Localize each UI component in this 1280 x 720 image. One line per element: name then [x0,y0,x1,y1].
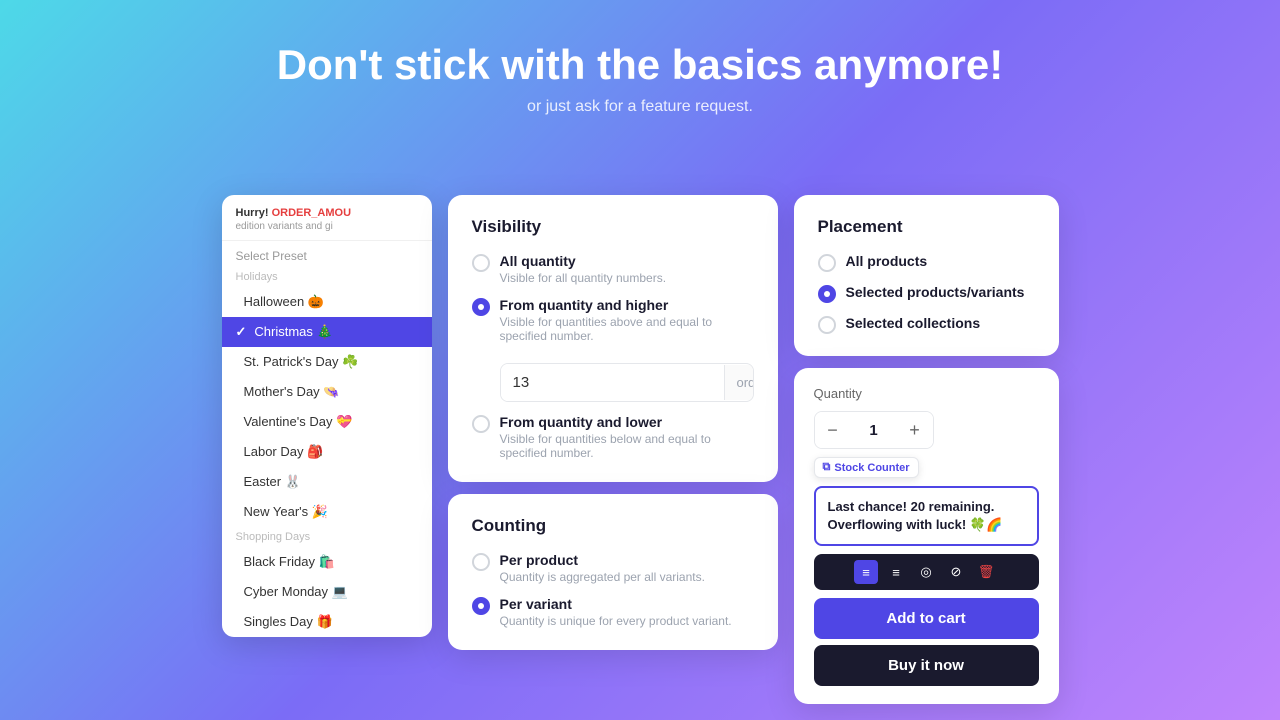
editor-toolbar: ≡ ≡ ◎ ⊘ 🗑 [814,554,1039,590]
radio-from-lower[interactable] [472,415,490,433]
stock-counter-icon: ⧉ [823,461,831,474]
quantity-label: Quantity [814,386,1039,401]
radio-higher-label: From quantity and higher [500,297,754,313]
radio-lower-label: From quantity and lower [500,414,754,430]
counting-option-per-product[interactable]: Per product Quantity is aggregated per a… [472,552,754,584]
visibility-title: Visibility [472,217,754,237]
radio-higher-desc: Visible for quantities above and equal t… [500,315,754,343]
visibility-option-higher[interactable]: From quantity and higher Visible for qua… [472,297,754,343]
counting-option-per-variant[interactable]: Per variant Quantity is unique for every… [472,596,754,628]
placement-options: All products Selected products/variants … [818,253,1035,334]
page-title: Don't stick with the basics anymore! [20,40,1260,90]
shopping-item-singlesday[interactable]: Singles Day 🎁 [222,607,432,637]
placement-title: Placement [818,217,1035,237]
holiday-item-laborday[interactable]: Labor Day 🎒 [222,437,432,467]
quantity-value: 1 [851,422,897,439]
holiday-item-mothersday[interactable]: Mother's Day 👒 [222,377,432,407]
stock-counter-label: Stock Counter [834,462,909,474]
radio-per-variant[interactable] [472,597,490,615]
holiday-item-christmas[interactable]: Christmas 🎄 [222,317,432,347]
per-variant-desc: Quantity is unique for every product var… [500,614,732,628]
shopping-days-section-label: Shopping Days [222,527,432,547]
per-product-label: Per product [500,552,705,568]
middle-panel: Visibility All quantity Visible for all … [448,195,778,650]
per-variant-label: Per variant [500,596,732,612]
holiday-item-easter[interactable]: Easter 🐰 [222,467,432,497]
quantity-increment-button[interactable]: + [897,412,933,448]
radio-selected-collections[interactable] [818,316,836,334]
toolbar-align-left[interactable]: ≡ [854,560,878,584]
placement-option-selected[interactable]: Selected products/variants [818,284,1035,303]
radio-lower-desc: Visible for quantities below and equal t… [500,432,754,460]
holiday-item-newyears[interactable]: New Year's 🎉 [222,497,432,527]
quantity-card: Quantity − 1 + ⧉ Stock Counter Last chan… [794,368,1059,704]
per-product-desc: Quantity is aggregated per all variants. [500,570,705,584]
visibility-option-lower[interactable]: From quantity and lower Visible for quan… [472,414,754,460]
select-preset-label: Select Preset [222,241,432,267]
counting-card: Counting Per product Quantity is aggrega… [448,494,778,650]
stock-message-line2: Overflowing with luck! 🍀🌈 [828,516,1025,534]
selected-collections-label: Selected collections [846,315,981,331]
page-header: Don't stick with the basics anymore! or … [0,0,1280,136]
holiday-item-stpatricks[interactable]: St. Patrick's Day ☘️ [222,347,432,377]
visibility-option-all[interactable]: All quantity Visible for all quantity nu… [472,253,754,285]
toolbar-delete[interactable]: 🗑 [974,560,998,584]
counting-title: Counting [472,516,754,536]
radio-all-desc: Visible for all quantity numbers. [500,271,667,285]
counting-options: Per product Quantity is aggregated per a… [472,552,754,628]
add-to-cart-button[interactable]: Add to cart [814,598,1039,639]
visibility-card: Visibility All quantity Visible for all … [448,195,778,482]
holiday-item-valentines[interactable]: Valentine's Day 💝 [222,407,432,437]
order-highlight: ORDER_AMOU [272,207,351,219]
radio-from-higher[interactable] [472,298,490,316]
toolbar-align-center[interactable]: ≡ [884,560,908,584]
radio-per-product[interactable] [472,553,490,571]
right-panel: Placement All products Selected products… [794,195,1059,704]
toolbar-style-1[interactable]: ◎ [914,560,938,584]
content-area: Hurry! ORDER_AMOU edition variants and g… [0,195,1280,720]
quantity-number-input[interactable] [501,364,724,401]
placement-option-all[interactable]: All products [818,253,1035,272]
radio-all-quantity[interactable] [472,254,490,272]
quantity-unit-label: orders [724,365,754,400]
preset-dropdown-panel: Hurry! ORDER_AMOU edition variants and g… [222,195,432,637]
placement-card: Placement All products Selected products… [794,195,1059,356]
placement-option-collections[interactable]: Selected collections [818,315,1035,334]
stock-message-line1: Last chance! 20 remaining. [828,498,1025,516]
panel-header: Hurry! ORDER_AMOU edition variants and g… [222,195,432,241]
page-subtitle: or just ask for a feature request. [20,98,1260,116]
radio-selected-products[interactable] [818,285,836,303]
quantity-input-row: orders [500,363,754,402]
all-products-label: All products [846,253,928,269]
holidays-section-label: Holidays [222,267,432,287]
radio-all-products[interactable] [818,254,836,272]
hurry-text: Hurry! ORDER_AMOU [236,207,418,219]
quantity-decrement-button[interactable]: − [815,412,851,448]
stock-message-box: Last chance! 20 remaining. Overflowing w… [814,486,1039,546]
shopping-item-cybermonday[interactable]: Cyber Monday 💻 [222,577,432,607]
visibility-options: All quantity Visible for all quantity nu… [472,253,754,460]
quantity-stepper: − 1 + [814,411,934,449]
radio-all-label: All quantity [500,253,667,269]
selected-products-label: Selected products/variants [846,284,1025,300]
toolbar-style-2[interactable]: ⊘ [944,560,968,584]
panel-subtitle: edition variants and gi [236,221,418,232]
shopping-item-blackfriday[interactable]: Black Friday 🛍️ [222,547,432,577]
holiday-item-halloween[interactable]: Halloween 🎃 [222,287,432,317]
stock-counter-badge: ⧉ Stock Counter [814,457,919,478]
buy-now-button[interactable]: Buy it now [814,645,1039,686]
